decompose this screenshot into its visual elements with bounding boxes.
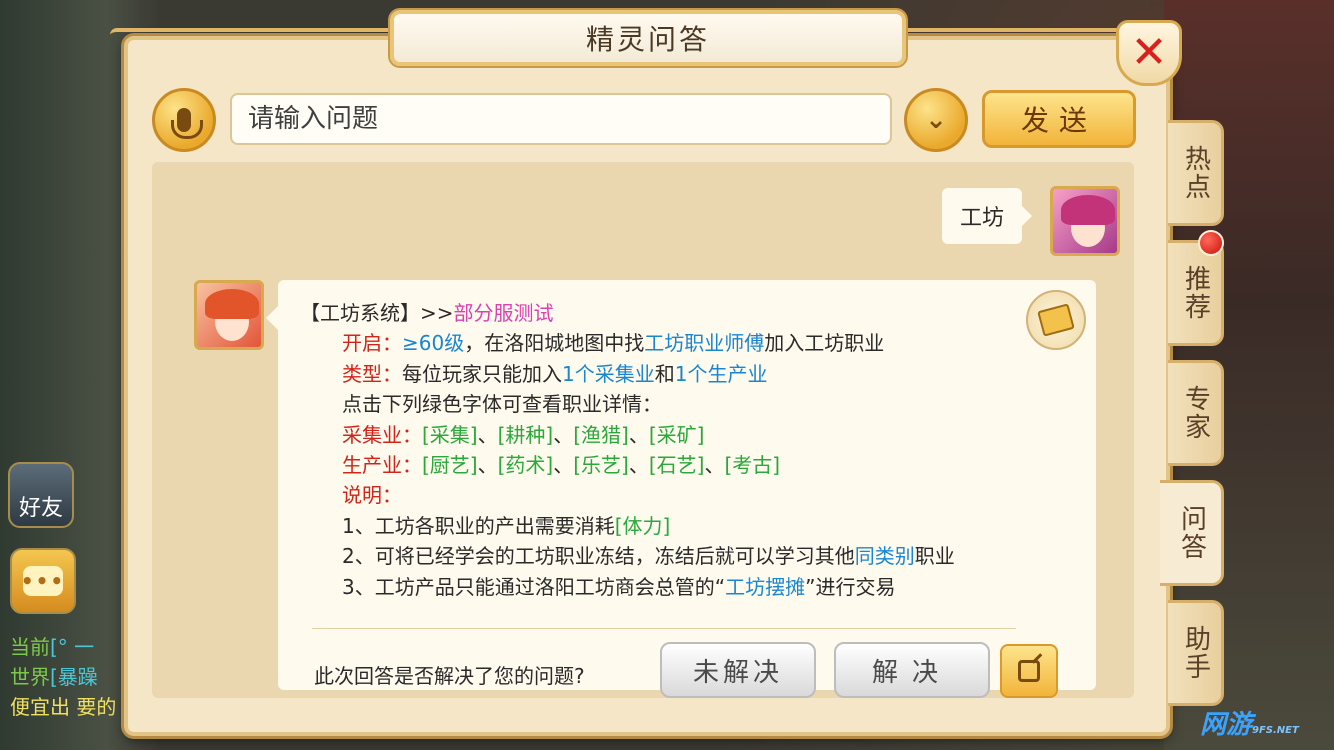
friends-button[interactable]: 好友: [8, 462, 74, 528]
job-link-farming[interactable]: [耕种]: [498, 423, 554, 447]
history-dropdown-button[interactable]: ⌄: [904, 88, 968, 152]
job-link-archaeology[interactable]: [考古]: [724, 453, 780, 477]
share-button[interactable]: [1000, 644, 1058, 698]
answer-note-label: 说明：: [342, 483, 402, 508]
close-icon: ✕: [1130, 27, 1168, 78]
window-title: 精灵问答: [585, 23, 710, 56]
answer-note-1: 1、工坊各职业的产出需要消耗[体力]: [342, 513, 671, 538]
watermark-logo: 网游9FS.NET: [1200, 710, 1299, 740]
stall-link[interactable]: 工坊摆摊: [725, 575, 805, 599]
solved-button[interactable]: 解决: [834, 642, 990, 698]
job-link-stone[interactable]: [石艺]: [649, 453, 705, 477]
tab-qa[interactable]: 问答: [1160, 480, 1224, 586]
book-icon: [1037, 303, 1075, 337]
npc-link[interactable]: 工坊职业师傅: [644, 331, 764, 355]
answer-note-3: 3、工坊产品只能通过洛阳工坊商会总管的“工坊摆摊”进行交易: [342, 574, 896, 599]
chat-bubble-icon: •••: [21, 566, 63, 596]
microphone-icon: [171, 108, 203, 139]
answer-gather-line: 采集业：[采集]、[耕种]、[渔猎]、[采矿]: [342, 422, 705, 447]
chat-line: 当前[° 一: [10, 635, 95, 659]
spirit-avatar: [194, 280, 264, 350]
answer-note-2: 2、可将已经学会的工坊职业冻结，冻结后就可以学习其他同类别职业: [342, 544, 955, 569]
question-input[interactable]: [230, 93, 892, 145]
unsolved-button[interactable]: 未解决: [660, 642, 816, 698]
left-hud: 好友 ••• 当前[° 一 世界[暴躁 便宜出 要的: [0, 0, 130, 750]
friends-label: 好友: [18, 496, 63, 521]
feedback-divider: [312, 628, 1016, 629]
voice-input-button[interactable]: [152, 88, 216, 152]
answer-header: 【工坊系统】>>部分服测试: [300, 301, 554, 325]
job-link-fishing[interactable]: [渔猎]: [573, 423, 629, 447]
tab-recommend[interactable]: 推荐: [1168, 240, 1224, 346]
chat-log: 当前[° 一 世界[暴躁 便宜出 要的: [10, 632, 135, 722]
answer-type-line: 类型：每位玩家只能加入1个采集业和1个生产业: [342, 361, 768, 386]
job-link-gather[interactable]: [采集]: [422, 423, 478, 447]
stamina-link[interactable]: [体力]: [615, 514, 671, 538]
answer-produce-line: 生产业：[厨艺]、[药术]、[乐艺]、[石艺]、[考古]: [342, 452, 781, 477]
chat-line: 世界[暴躁: [10, 665, 98, 689]
job-link-mining[interactable]: [采矿]: [649, 423, 705, 447]
answer-open-line: 开启：≥60级，在洛阳城地图中找工坊职业师傅加入工坊职业: [342, 331, 885, 356]
notification-dot: [1198, 230, 1224, 256]
share-icon: [1018, 660, 1040, 682]
answer-text: 【工坊系统】>>部分服测试 开启：≥60级，在洛阳城地图中找工坊职业师傅加入工坊…: [300, 298, 955, 602]
tab-assistant[interactable]: 助手: [1168, 600, 1224, 706]
user-avatar: [1050, 186, 1120, 256]
user-message-bubble: 工坊: [942, 188, 1032, 244]
answer-hint-line: 点击下列绿色字体可查看职业详情：: [342, 392, 662, 417]
title-plate: 精灵问答: [390, 10, 906, 66]
test-server-tag: 部分服测试: [453, 301, 554, 325]
job-link-medicine[interactable]: [药术]: [498, 453, 554, 477]
title-ornament-left: [110, 28, 400, 42]
job-link-cooking[interactable]: [厨艺]: [422, 453, 478, 477]
tab-expert[interactable]: 专家: [1168, 360, 1224, 466]
job-link-music[interactable]: [乐艺]: [573, 453, 629, 477]
chat-button[interactable]: •••: [10, 548, 76, 614]
chat-line: 便宜出 要的: [10, 695, 117, 719]
tab-hot[interactable]: 热点: [1168, 120, 1224, 226]
close-button[interactable]: ✕: [1116, 20, 1182, 86]
chevron-down-icon: ⌄: [925, 105, 947, 135]
feedback-question: 此次回答是否解决了您的问题?: [314, 664, 585, 688]
send-button[interactable]: 发送: [982, 90, 1136, 148]
book-button[interactable]: [1026, 290, 1086, 350]
